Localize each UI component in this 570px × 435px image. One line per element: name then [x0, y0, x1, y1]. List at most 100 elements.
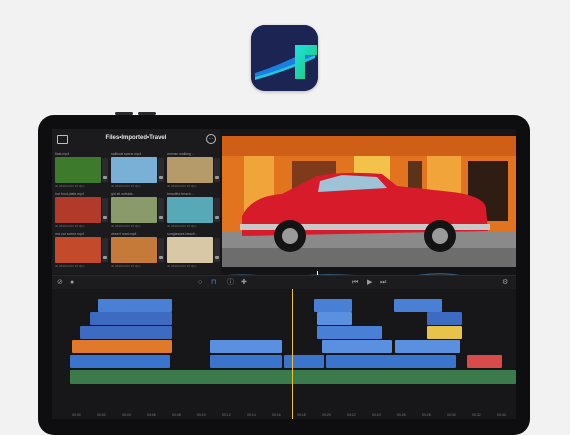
clip-thumbnail — [55, 157, 101, 183]
ruler-tick: 00:24 — [372, 413, 381, 417]
audio-track[interactable] — [70, 370, 516, 384]
clip[interactable] — [467, 355, 502, 368]
media-clip[interactable]: hot food plate.mp4 4k 3840x2160 30.0fps — [55, 192, 109, 229]
more-icon[interactable]: ··· — [206, 134, 216, 144]
undo-icon[interactable]: ⊘ — [57, 279, 63, 287]
clip-badge — [214, 238, 220, 262]
app-screen: Files•Imported•Travel ··· flats.mp4 4k 38… — [52, 129, 516, 419]
media-clip[interactable]: woman walking ... 4k 3840x2160 30.0fps — [167, 152, 221, 189]
ruler-tick: 00:26 — [397, 413, 406, 417]
clip-name: red car scene.mp4 — [55, 232, 84, 236]
clip[interactable] — [427, 326, 462, 339]
record-icon[interactable]: ● — [70, 279, 74, 287]
clip-thumbnail — [167, 237, 213, 263]
clip-meta: 4k 3840x2160 30.0fps — [167, 184, 197, 188]
clip[interactable] — [394, 299, 442, 312]
clip-badge — [158, 158, 164, 182]
clip[interactable] — [317, 326, 382, 339]
clip[interactable] — [210, 355, 282, 368]
clip-thumbnail — [111, 197, 157, 223]
clip[interactable] — [284, 355, 324, 368]
add-icon[interactable]: ✚ — [241, 279, 247, 287]
video-preview[interactable] — [222, 136, 516, 267]
media-clip[interactable]: red car scene.mp4 4k 3840x2160 30.0fps — [55, 232, 109, 269]
clip[interactable] — [427, 312, 462, 325]
ruler-tick: 00:10 — [197, 413, 206, 417]
skip-forward-icon[interactable]: ⏭ — [380, 279, 386, 287]
ruler-tick: 00:14 — [247, 413, 256, 417]
ruler-tick: 00:28 — [422, 413, 431, 417]
media-clip[interactable]: girl sit outside... 4k 3840x2160 30.0fps — [111, 192, 165, 229]
settings-icon[interactable]: ⚙ — [502, 279, 508, 287]
playhead[interactable] — [292, 289, 293, 419]
clip-thumbnail — [111, 237, 157, 263]
ruler-tick: 00:00 — [72, 413, 81, 417]
clip-name: sailboat scene.mp4 — [111, 152, 142, 156]
clip[interactable] — [72, 340, 172, 353]
magnet-icon[interactable]: ⊓ — [211, 279, 216, 287]
clip-thumbnail — [55, 237, 101, 263]
clip-thumbnail — [55, 197, 101, 223]
ruler-tick: 00:12 — [222, 413, 231, 417]
clip[interactable] — [70, 355, 170, 368]
clip-thumbnail — [167, 157, 213, 183]
clip-name: woman walking ... — [167, 152, 195, 156]
ruler-tick: 00:08 — [172, 413, 181, 417]
clip-badge — [158, 198, 164, 222]
clip-meta: 4k 3840x2160 30.0fps — [111, 184, 141, 188]
clip-meta: 4k 3840x2160 30.0fps — [111, 224, 141, 228]
ruler-tick: 00:16 — [272, 413, 281, 417]
skip-back-icon[interactable]: ⏮ — [352, 279, 358, 287]
clip-name: hot food plate.mp4 — [55, 192, 84, 196]
media-clip[interactable]: beautiful beach... 4k 3840x2160 30.0fps — [167, 192, 221, 229]
browser-header: Files•Imported•Travel ··· — [52, 129, 220, 149]
clip-thumbnail — [111, 157, 157, 183]
clip[interactable] — [210, 340, 282, 353]
media-clip[interactable]: desert road.mp4 4k 3840x2160 30.0fps — [111, 232, 165, 269]
lumafusion-app-icon — [251, 25, 318, 91]
clip[interactable] — [395, 340, 460, 353]
ruler-tick: 00:04 — [122, 413, 131, 417]
clip-thumbnail — [167, 197, 213, 223]
media-clip[interactable]: sunglasses beach... 4k 3840x2160 30.0fps — [167, 232, 221, 269]
ruler-tick: 00:06 — [147, 413, 156, 417]
clip[interactable] — [80, 326, 172, 339]
clip-meta: 4k 3840x2160 30.0fps — [55, 264, 85, 268]
clip-name: desert road.mp4 — [111, 232, 137, 236]
info-icon[interactable]: ⓘ — [227, 279, 234, 287]
media-clip[interactable]: flats.mp4 4k 3840x2160 30.0fps — [55, 152, 109, 189]
clip-meta: 4k 3840x2160 30.0fps — [167, 264, 197, 268]
clip-badge — [102, 198, 108, 222]
browser-title: Files•Imported•Travel — [105, 135, 167, 141]
clip[interactable] — [317, 312, 352, 325]
media-clip[interactable]: sailboat scene.mp4 4k 3840x2160 30.0fps — [111, 152, 165, 189]
clip-meta: 4k 3840x2160 30.0fps — [55, 224, 85, 228]
clip-badge — [214, 198, 220, 222]
ruler-tick: 00:02 — [97, 413, 106, 417]
clip-meta: 4k 3840x2160 30.0fps — [111, 264, 141, 268]
clip[interactable] — [326, 355, 456, 368]
clip-name: sunglasses beach... — [167, 232, 198, 236]
timeline[interactable]: 00:00 00:02 00:04 00:06 00:08 00:10 00:12 00:14… — [52, 289, 516, 419]
ruler-tick: 00:30 — [447, 413, 456, 417]
clip-badge — [102, 238, 108, 262]
ruler-tick: 00:20 — [322, 413, 331, 417]
clip-name: beautiful beach... — [167, 192, 194, 196]
clip[interactable] — [90, 312, 172, 325]
clip[interactable] — [314, 299, 352, 312]
search-icon[interactable]: ○ — [198, 279, 202, 287]
media-browser: Files•Imported•Travel ··· flats.mp4 4k 38… — [52, 129, 220, 274]
clip-meta: 4k 3840x2160 30.0fps — [55, 184, 85, 188]
clip[interactable] — [98, 299, 172, 312]
clip-meta: 4k 3840x2160 30.0fps — [167, 224, 197, 228]
clip-name: girl sit outside... — [111, 192, 136, 196]
clip-badge — [214, 158, 220, 182]
ruler-tick: 00:34 — [497, 413, 506, 417]
clip[interactable] — [322, 340, 392, 353]
timeline-toolbar: ⊘ ● ○ ⊓ ⓘ ✚ ⏮ ▶ ⏭ ⚙ — [52, 275, 516, 290]
clip-badge — [158, 238, 164, 262]
clip-badge — [102, 158, 108, 182]
ruler-tick: 00:32 — [472, 413, 481, 417]
play-icon[interactable]: ▶ — [367, 279, 372, 287]
clip-name: flats.mp4 — [55, 152, 70, 156]
